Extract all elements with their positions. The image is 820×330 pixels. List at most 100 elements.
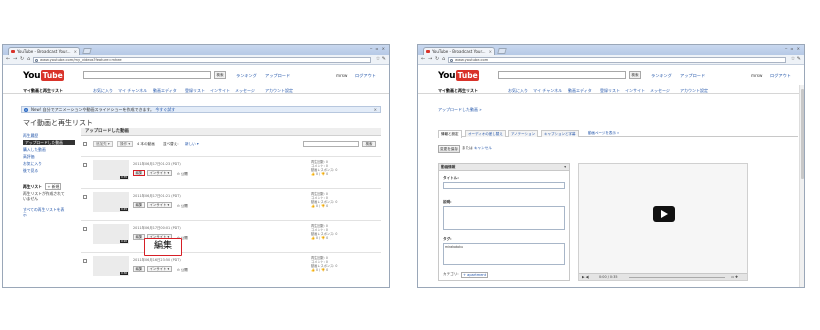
- edit-button[interactable]: 編集: [133, 170, 145, 176]
- logout-link[interactable]: ログアウト: [355, 73, 376, 79]
- new-tab-button[interactable]: [497, 48, 507, 54]
- uploads-search-input[interactable]: [303, 141, 359, 147]
- tab-info-settings[interactable]: 情報と設定: [438, 130, 462, 138]
- actions-button[interactable]: 操作 ▾: [117, 141, 134, 147]
- video-checkbox[interactable]: [83, 259, 87, 263]
- video-thumbnail[interactable]: 0:20: [93, 224, 129, 244]
- sidebar-item-likes[interactable]: 高評価: [23, 154, 75, 159]
- sidebar-item-uploads[interactable]: アップロードした動画: [23, 140, 75, 145]
- user-name[interactable]: mrsw: [751, 73, 762, 78]
- address-bar[interactable]: www.youtube.com: [448, 57, 786, 63]
- sort-select[interactable]: 新しい ▾: [185, 142, 199, 147]
- uploads-search-button[interactable]: 検索: [362, 141, 376, 147]
- user-name[interactable]: mrsw: [336, 73, 347, 78]
- address-bar[interactable]: www.youtube.com/my_videos?feature=mhee: [33, 57, 371, 63]
- nav-video-editor[interactable]: 動画エディタ: [153, 88, 177, 94]
- nav-insight[interactable]: インサイト: [210, 88, 230, 94]
- browser-tools-icon[interactable]: ☆ ✎: [791, 56, 801, 62]
- video-player[interactable]: ▶ ◀| 0:00 / 0:35 ▭ ✚: [578, 163, 748, 281]
- nav-favorites[interactable]: お気に入り: [508, 88, 528, 94]
- video-thumbnail[interactable]: 0:30: [93, 256, 129, 276]
- reload-icon[interactable]: ↻: [435, 57, 439, 62]
- home-icon[interactable]: ⌂: [442, 57, 445, 62]
- category-select[interactable]: + apartment: [461, 272, 489, 278]
- sidebar-item-favorites[interactable]: お気に入り: [23, 161, 75, 166]
- notice-close-icon[interactable]: ×: [374, 107, 377, 112]
- edit-button[interactable]: 編集: [133, 266, 145, 272]
- video-thumbnail[interactable]: 0:45: [93, 192, 129, 212]
- browser-tab[interactable]: YouTube - Broadcast Your... ×: [8, 47, 80, 55]
- search-button[interactable]: 検索: [214, 71, 226, 79]
- search-button[interactable]: 検索: [629, 71, 641, 79]
- nav-messages[interactable]: メッセージ: [235, 88, 255, 94]
- youtube-logo[interactable]: You Tube: [438, 69, 480, 82]
- new-tab-button[interactable]: [82, 48, 92, 54]
- home-icon[interactable]: ⌂: [27, 57, 30, 62]
- video-checkbox[interactable]: [83, 195, 87, 199]
- youtube-logo[interactable]: You Tube: [23, 69, 65, 82]
- insight-button[interactable]: インサイト ▾: [147, 170, 172, 176]
- back-icon[interactable]: ←: [6, 57, 10, 62]
- player-play-icon[interactable]: ▶ ◀|: [582, 274, 589, 280]
- logout-link[interactable]: ログアウト: [770, 73, 791, 79]
- forward-icon[interactable]: →: [13, 57, 17, 62]
- tags-input[interactable]: mirakotoku: [443, 243, 565, 265]
- sidebar-item-purchases[interactable]: 購入した動画: [23, 147, 75, 152]
- tab-audio-swap[interactable]: オーディオの差し替え: [465, 130, 506, 137]
- back-icon[interactable]: ←: [421, 57, 425, 62]
- forward-icon[interactable]: →: [428, 57, 432, 62]
- nav-video-editor[interactable]: 動画エディタ: [568, 88, 592, 94]
- sidebar-item-history[interactable]: 再生履歴: [23, 133, 75, 138]
- scrollbar-thumb[interactable]: [801, 89, 804, 179]
- tab-captions[interactable]: キャプションと字幕: [541, 130, 579, 137]
- tab-close-icon[interactable]: ×: [489, 48, 492, 55]
- new-playlist-button[interactable]: + 新規: [45, 183, 62, 190]
- insight-button[interactable]: インサイト ▾: [147, 266, 172, 272]
- view-video-page-link[interactable]: 動画ページを表示 »: [588, 131, 619, 136]
- player-progress-track[interactable]: [629, 277, 725, 278]
- nav-my-videos[interactable]: マイ動画と再生リスト: [438, 88, 478, 94]
- window-controls[interactable]: ‒ ▫ ×: [785, 46, 801, 51]
- tab-annotations[interactable]: アノテーション: [508, 130, 539, 137]
- link-upload[interactable]: アップロード: [680, 73, 705, 79]
- add-to-button[interactable]: 追加先 ▾: [93, 141, 113, 147]
- nav-my-channel[interactable]: マイ チャンネル: [118, 88, 147, 94]
- breadcrumb[interactable]: アップロードした動画 »: [438, 107, 482, 113]
- nav-insight[interactable]: インサイト: [625, 88, 645, 94]
- edit-button[interactable]: 編集: [133, 202, 145, 208]
- nav-my-videos[interactable]: マイ動画と再生リスト: [23, 88, 63, 94]
- sidebar-all-playlists-link[interactable]: すべての再生リストを表示: [23, 207, 67, 217]
- nav-subscriptions[interactable]: 登録リスト: [600, 88, 620, 94]
- link-ranking[interactable]: ランキング: [236, 73, 257, 79]
- page-scrollbar[interactable]: [799, 85, 804, 287]
- description-textarea[interactable]: [443, 206, 565, 230]
- link-upload[interactable]: アップロード: [265, 73, 290, 79]
- video-checkbox[interactable]: [83, 227, 87, 231]
- nav-subscriptions[interactable]: 登録リスト: [185, 88, 205, 94]
- nav-account-settings[interactable]: アカウント設定: [265, 88, 293, 94]
- browser-tab[interactable]: YouTube - Broadcast Your... ×: [423, 47, 495, 55]
- select-all-checkbox[interactable]: [83, 142, 87, 146]
- video-thumbnail[interactable]: 0:35: [93, 160, 129, 180]
- collapse-icon[interactable]: ▾: [564, 164, 566, 170]
- window-controls[interactable]: ‒ ▫ ×: [370, 46, 386, 51]
- nav-messages[interactable]: メッセージ: [650, 88, 670, 94]
- play-button-icon[interactable]: [653, 206, 675, 222]
- player-fullscreen-icon[interactable]: ▭ ✚: [731, 274, 738, 280]
- sidebar-item-watch-later[interactable]: 後で見る: [23, 168, 75, 173]
- cancel-link[interactable]: キャンセル: [474, 146, 492, 150]
- reload-icon[interactable]: ↻: [20, 57, 24, 62]
- search-input[interactable]: [498, 71, 626, 79]
- link-ranking[interactable]: ランキング: [651, 73, 672, 79]
- search-input[interactable]: [83, 71, 211, 79]
- nav-favorites[interactable]: お気に入り: [93, 88, 113, 94]
- edit-button[interactable]: 編集: [133, 234, 145, 240]
- nav-my-channel[interactable]: マイ チャンネル: [533, 88, 562, 94]
- tab-close-icon[interactable]: ×: [74, 48, 77, 55]
- insight-button[interactable]: インサイト ▾: [147, 202, 172, 208]
- video-checkbox[interactable]: [83, 163, 87, 167]
- title-input[interactable]: [443, 182, 565, 189]
- browser-tools-icon[interactable]: ☆ ✎: [376, 56, 386, 62]
- notice-try-link[interactable]: 今すぐ試す: [155, 107, 175, 112]
- save-button[interactable]: 変更を保存: [438, 145, 460, 153]
